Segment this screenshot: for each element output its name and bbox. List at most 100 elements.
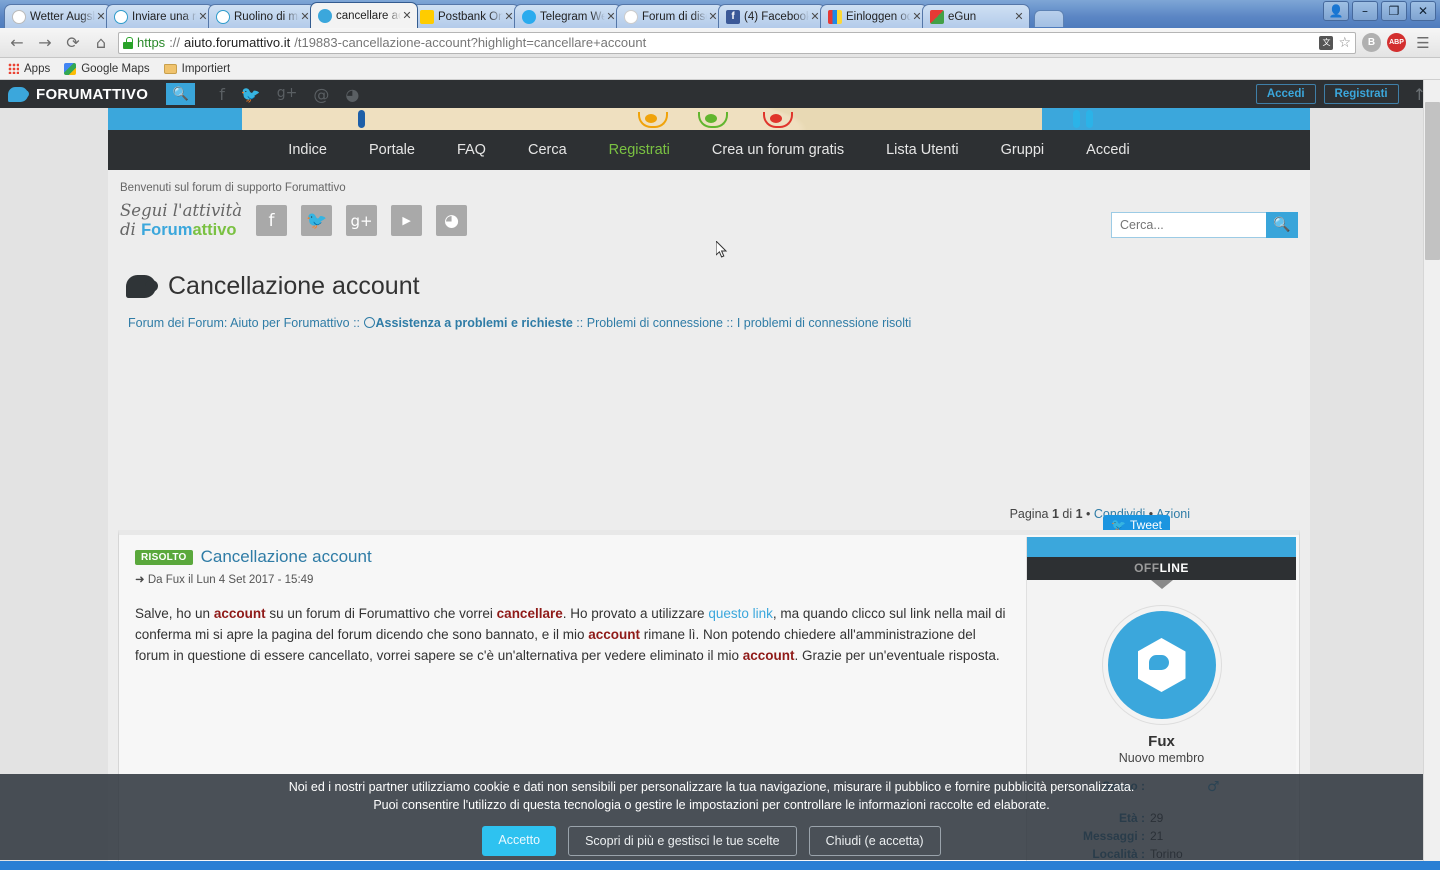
nav-item-lista-utenti[interactable]: Lista Utenti <box>865 142 980 158</box>
avatar[interactable] <box>1107 611 1216 719</box>
horizontal-scrollbar[interactable] <box>0 861 1440 870</box>
nav-item-accedi[interactable]: Accedi <box>1065 142 1151 158</box>
tab-title: (4) Facebook <box>744 10 809 23</box>
address-bar[interactable]: https://aiuto.forumattivo.it/t19883-canc… <box>118 31 1356 54</box>
cookie-close-button[interactable]: Chiudi (e accetta) <box>808 826 941 857</box>
rss-icon[interactable]: ◕ <box>436 205 468 237</box>
tab-title: Ruolino di marcia <box>234 10 299 23</box>
close-window-button[interactable]: ✕ <box>1410 1 1436 21</box>
profile-top-bar <box>1027 537 1296 557</box>
twitter-icon[interactable]: 🐦 <box>301 205 333 237</box>
nav-item-indice[interactable]: Indice <box>267 142 348 158</box>
breadcrumb-level1[interactable]: Assistenza a problemi e richieste <box>376 316 573 330</box>
translate-icon[interactable]: 文 <box>1319 35 1334 50</box>
twitter-icon[interactable]: 🐦 <box>241 85 261 104</box>
vertical-scrollbar[interactable] <box>1423 80 1440 869</box>
reload-icon[interactable]: ⟳ <box>62 32 84 54</box>
search-button[interactable]: 🔍 <box>1266 212 1298 238</box>
post-text: . Grazie per un'eventuale risposta. <box>794 647 1000 663</box>
adblock-plus-icon[interactable]: ABP <box>1387 33 1406 52</box>
folder-icon <box>163 63 177 74</box>
breadcrumb-level3[interactable]: I problemi di connessione risolti <box>737 316 911 330</box>
nav-item-faq[interactable]: FAQ <box>436 142 507 158</box>
tab-close-icon[interactable]: ✕ <box>401 10 413 22</box>
maximize-button[interactable]: ❐ <box>1381 1 1407 21</box>
browser-tab[interactable]: Inviare una risposta ✕ <box>106 4 214 28</box>
cookie-manage-button[interactable]: Scopri di più e gestisci le tue scelte <box>568 826 797 857</box>
bookmark-importiert[interactable]: Importiert <box>163 62 231 75</box>
egun-icon <box>930 9 944 24</box>
user-account-icon[interactable]: 👤 <box>1323 1 1349 21</box>
post-title-link[interactable]: Cancellazione account <box>201 547 372 567</box>
facebook-icon[interactable]: f <box>219 85 225 104</box>
post-text-bold: account <box>742 647 795 663</box>
extension-b-icon[interactable]: B <box>1362 33 1381 52</box>
post-inline-link[interactable]: questo link <box>708 606 773 621</box>
breadcrumb-sep: :: <box>349 315 364 330</box>
chat-bubble-icon <box>8 86 29 102</box>
nav-item-portale[interactable]: Portale <box>348 142 436 158</box>
browser-tab[interactable]: f (4) Facebook ✕ <box>718 4 826 28</box>
url-scheme: https <box>137 35 166 50</box>
registrati-button[interactable]: Registrati <box>1323 84 1399 104</box>
page-viewport: FORUMATTIVO 🔍 f 🐦 g+ @ ◕ Accedi Registra… <box>0 80 1440 869</box>
toolbar-search-icon[interactable]: 🔍 <box>166 83 196 105</box>
rss-icon[interactable]: ◕ <box>345 85 359 104</box>
post-text: Salve, ho un <box>135 606 214 621</box>
nav-item-registrati[interactable]: Registrati <box>588 142 691 158</box>
nav-item-crea-forum[interactable]: Crea un forum gratis <box>691 142 865 158</box>
page-margin-right <box>1310 108 1423 869</box>
tab-close-icon[interactable]: ✕ <box>1013 11 1025 23</box>
browser-tab[interactable]: Forum di discussione ✕ <box>616 4 724 28</box>
bookmark-label: Importiert <box>181 62 231 75</box>
breadcrumb-root[interactable]: Forum dei Forum: Aiuto per Forumattivo <box>128 316 350 330</box>
forumattivo-logo[interactable]: FORUMATTIVO <box>8 86 148 103</box>
accedi-button[interactable]: Accedi <box>1255 84 1316 104</box>
youtube-icon[interactable]: ▶ <box>391 205 423 237</box>
cookie-consent-banner: Noi ed i nostri partner utilizziamo cook… <box>0 774 1423 860</box>
forumactif-toolbar: FORUMATTIVO 🔍 f 🐦 g+ @ ◕ Accedi Registra… <box>0 80 1440 108</box>
home-icon[interactable]: ⌂ <box>90 32 112 54</box>
back-icon[interactable]: ← <box>6 32 28 54</box>
browser-tab-active[interactable]: cancellare account ✕ <box>310 2 418 28</box>
topic-title-text: Cancellazione account <box>168 271 420 300</box>
new-tab-button[interactable] <box>1034 10 1064 27</box>
bookmark-star-icon[interactable]: ☆ <box>1338 35 1351 51</box>
tab-title: Wetter Augsburg <box>30 10 95 23</box>
browser-tab[interactable]: Einloggen oder regist ✕ <box>820 4 928 28</box>
browser-tab[interactable]: Ruolino di marcia ✕ <box>208 4 316 28</box>
forum-nav-menu: Indice Portale FAQ Cerca Registrati Crea… <box>108 130 1310 170</box>
chrome-menu-icon[interactable]: ☰ <box>1412 32 1434 54</box>
browser-tab[interactable]: Wetter Augsburg ✕ <box>4 4 112 28</box>
google-plus-icon[interactable]: g+ <box>346 205 378 237</box>
search-input[interactable] <box>1111 212 1266 238</box>
email-icon[interactable]: @ <box>313 85 329 104</box>
profile-name[interactable]: Fux <box>1027 733 1296 750</box>
browser-tab[interactable]: Telegram Web ✕ <box>514 4 622 28</box>
scrollbar-thumb[interactable] <box>1425 102 1440 260</box>
minimize-button[interactable]: – <box>1352 1 1378 21</box>
nav-item-cerca[interactable]: Cerca <box>507 142 588 158</box>
post-author[interactable]: Fux <box>166 574 185 586</box>
apps-grid-icon <box>8 63 19 74</box>
breadcrumb-level2[interactable]: Problemi di connessione <box>587 316 723 330</box>
browser-toolbar: ← → ⟳ ⌂ https://aiuto.forumattivo.it/t19… <box>0 28 1440 58</box>
window-controls: 👤 – ❐ ✕ <box>1323 1 1436 21</box>
bookmark-google-maps[interactable]: Google Maps <box>64 62 150 75</box>
bookmark-apps[interactable]: Apps <box>8 63 50 75</box>
lock-icon <box>123 36 133 49</box>
google-plus-icon[interactable]: g+ <box>277 85 298 104</box>
nav-item-gruppi[interactable]: Gruppi <box>980 142 1066 158</box>
cookie-accept-button[interactable]: Accetto <box>482 826 557 857</box>
post-date: Lun 4 Set 2017 - 15:49 <box>196 574 314 586</box>
post-meta-mid: il <box>184 574 197 586</box>
facebook-icon[interactable]: f <box>256 205 288 237</box>
browser-tab[interactable]: eGun ✕ <box>922 4 1030 28</box>
chrome-browser-window: Wetter Augsburg ✕ Inviare una risposta ✕… <box>0 0 1440 870</box>
forward-icon[interactable]: → <box>34 32 56 54</box>
page-title: Cancellazione account <box>108 240 1310 301</box>
chevron-down-icon[interactable] <box>1150 580 1173 589</box>
brand-forum: Forum <box>141 220 193 239</box>
post-text: . Ho provato a utilizzare <box>562 606 709 621</box>
browser-tab[interactable]: Postbank Online ✕ <box>412 4 520 28</box>
